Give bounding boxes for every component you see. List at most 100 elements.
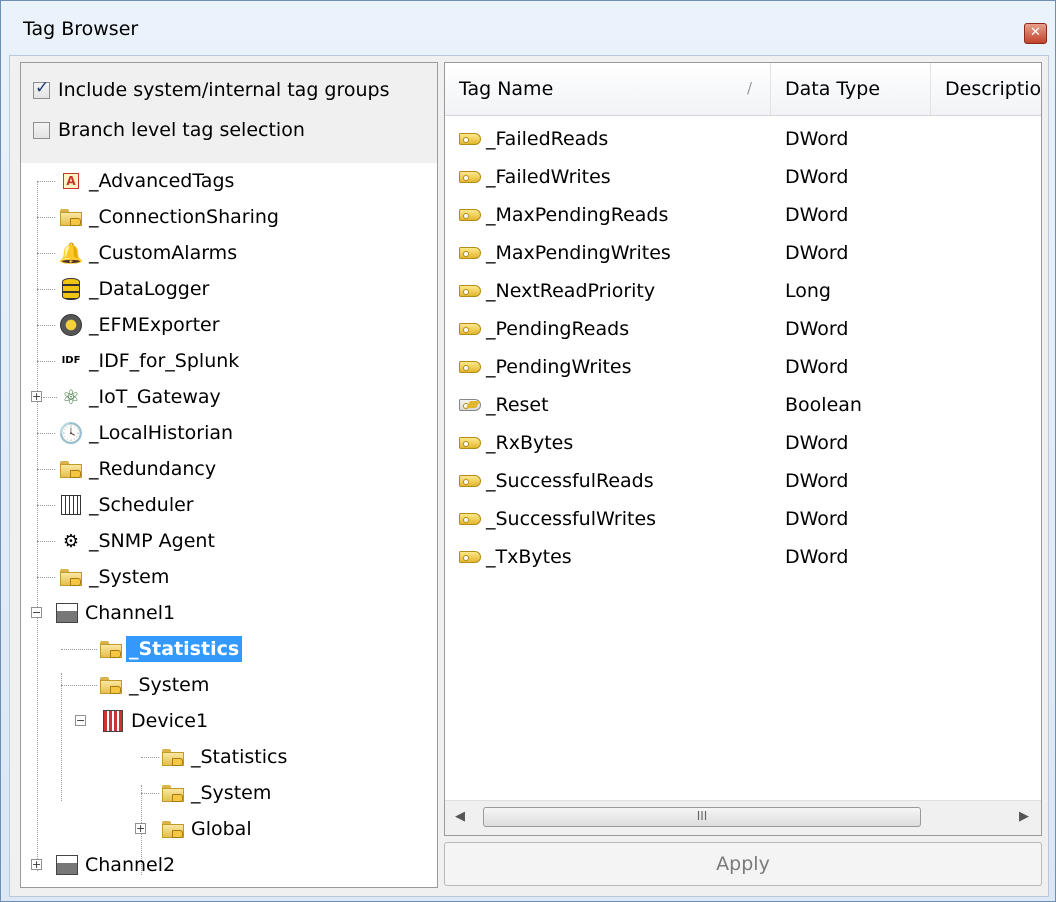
- branch-level-checkbox[interactable]: [33, 121, 50, 139]
- table-row[interactable]: _Reset Boolean: [445, 386, 1041, 424]
- tag-icon: [459, 247, 481, 259]
- tree-node-connection-sharing[interactable]: _ConnectionSharing: [37, 199, 282, 235]
- table-row[interactable]: _FailedWrites DWord: [445, 158, 1041, 196]
- tree-node-dev1-system[interactable]: _System: [141, 775, 274, 811]
- tree-node-device1[interactable]: − Device1: [75, 703, 211, 739]
- table-row[interactable]: _FailedReads DWord: [445, 120, 1041, 158]
- idf-icon: IDF: [61, 355, 81, 366]
- include-system-option[interactable]: Include system/internal tag groups: [33, 77, 390, 103]
- tree-node-label: _DataLogger: [89, 278, 210, 300]
- tree-node-dev1-global[interactable]: + Global: [135, 811, 255, 847]
- folder-icon: [99, 637, 123, 661]
- expand-icon[interactable]: +: [31, 859, 42, 870]
- tree-node-ch1-statistics[interactable]: _Statistics: [61, 631, 243, 667]
- advanced-tags-icon: A: [59, 169, 83, 193]
- tree-node-idf-for-splunk[interactable]: IDF _IDF_for_Splunk: [37, 343, 242, 379]
- tree-node-label: _Redundancy: [89, 458, 217, 480]
- clock-icon: 🕓: [58, 421, 84, 445]
- horizontal-scrollbar[interactable]: ◀ III ▶: [445, 800, 1041, 835]
- table-row[interactable]: _NextReadPriority Long: [445, 272, 1041, 310]
- table-row[interactable]: _RxBytes DWord: [445, 424, 1041, 462]
- folder-icon: [99, 673, 123, 697]
- channel-icon: [55, 853, 79, 877]
- alarm-bell-icon: 🔔: [58, 241, 84, 265]
- tree-node-channel2[interactable]: + Channel2: [31, 847, 178, 883]
- tag-icon: [459, 133, 481, 145]
- close-button[interactable]: ✕: [1024, 23, 1047, 44]
- column-header: Tag Name / Data Type Descriptio: [445, 63, 1041, 116]
- branch-level-option[interactable]: Branch level tag selection: [33, 117, 305, 143]
- column-description[interactable]: Descriptio: [931, 63, 1041, 115]
- snmp-agent-icon: ⚙: [62, 530, 80, 552]
- table-row[interactable]: _SuccessfulWrites DWord: [445, 500, 1041, 538]
- tree-node-efm-exporter[interactable]: _EFMExporter: [37, 307, 223, 343]
- expand-icon[interactable]: +: [31, 391, 42, 402]
- options-area: Include system/internal tag groups Branc…: [21, 63, 437, 163]
- scroll-right-icon[interactable]: ▶: [1019, 809, 1029, 824]
- tree-line: [37, 181, 38, 871]
- tree-node-snmp-agent[interactable]: ⚙ _SNMP Agent: [37, 523, 218, 559]
- tree-node-advanced-tags[interactable]: A _AdvancedTags: [37, 163, 237, 199]
- tree-node-data-logger[interactable]: _DataLogger: [37, 271, 212, 307]
- column-tag-name[interactable]: Tag Name /: [445, 63, 771, 115]
- tree-node-redundancy[interactable]: _Redundancy: [37, 451, 219, 487]
- tag-browser-window: Tag Browser ✕ Include system/internal ta…: [0, 0, 1056, 902]
- tag-icon: [459, 437, 481, 449]
- table-row[interactable]: _PendingWrites DWord: [445, 348, 1041, 386]
- tree-node-dev1-statistics[interactable]: _Statistics: [141, 739, 290, 775]
- tree-node-label: _CustomAlarms: [89, 242, 238, 264]
- tree-node-channel1[interactable]: − Channel1: [31, 595, 178, 631]
- include-system-checkbox[interactable]: [33, 78, 50, 99]
- tree-node-label: Channel1: [85, 602, 176, 624]
- table-row[interactable]: _MaxPendingReads DWord: [445, 196, 1041, 234]
- folder-icon: [59, 565, 83, 589]
- include-system-label: Include system/internal tag groups: [58, 79, 390, 101]
- expand-icon[interactable]: +: [135, 823, 146, 834]
- tag-icon: [459, 513, 481, 525]
- tree-node-label: _System: [89, 566, 170, 588]
- scroll-left-icon[interactable]: ◀: [455, 809, 465, 824]
- tag-icon: [459, 285, 481, 297]
- tree-node-system[interactable]: _System: [37, 559, 172, 595]
- folder-icon: [161, 817, 185, 841]
- tree-node-label: _AdvancedTags: [89, 170, 235, 192]
- table-row[interactable]: _PendingReads DWord: [445, 310, 1041, 348]
- column-data-type[interactable]: Data Type: [771, 63, 931, 115]
- network-icon: ⚛: [62, 385, 80, 409]
- tag-list-panel: Tag Name / Data Type Descriptio _FailedR…: [444, 62, 1042, 836]
- tree-node-label: _IDF_for_Splunk: [89, 350, 240, 372]
- tag-icon: [459, 171, 481, 183]
- scrollbar-thumb[interactable]: III: [483, 807, 921, 827]
- tag-icon: [459, 361, 481, 373]
- gauge-icon: [59, 313, 83, 337]
- table-row[interactable]: _SuccessfulReads DWord: [445, 462, 1041, 500]
- tree-line: [61, 673, 62, 801]
- sort-indicator-icon: /: [746, 79, 752, 97]
- tag-icon: [459, 323, 481, 335]
- tree-node-scheduler[interactable]: _Scheduler: [37, 487, 197, 523]
- tree-node-label: _IoT_Gateway: [89, 386, 221, 408]
- tree-node-label: _SNMP Agent: [89, 530, 215, 552]
- boolean-tag-icon: [459, 399, 481, 411]
- tag-icon: [459, 551, 481, 563]
- table-row[interactable]: _MaxPendingWrites DWord: [445, 234, 1041, 272]
- apply-button[interactable]: Apply: [444, 842, 1042, 886]
- title-bar: Tag Browser ✕: [1, 1, 1055, 55]
- left-panel: Include system/internal tag groups Branc…: [20, 62, 438, 888]
- collapse-icon[interactable]: −: [75, 715, 86, 726]
- folder-icon: [161, 781, 185, 805]
- collapse-icon[interactable]: −: [31, 607, 42, 618]
- folder-icon: [161, 745, 185, 769]
- table-row[interactable]: _TxBytes DWord: [445, 538, 1041, 576]
- tag-group-tree: A _AdvancedTags _ConnectionSharing 🔔 _Cu…: [21, 163, 437, 887]
- tree-node-ch1-system[interactable]: _System: [61, 667, 212, 703]
- tree-node-custom-alarms[interactable]: 🔔 _CustomAlarms: [37, 235, 240, 271]
- device-icon: [101, 709, 125, 733]
- tree-node-iot-gateway[interactable]: + ⚛ _IoT_Gateway: [31, 379, 224, 415]
- tree-node-local-historian[interactable]: 🕓 _LocalHistorian: [37, 415, 236, 451]
- tag-icon: [459, 475, 481, 487]
- tag-icon: [459, 209, 481, 221]
- tree-node-label: Device1: [131, 710, 209, 732]
- tree-node-label: _ConnectionSharing: [89, 206, 279, 228]
- tree-node-label: _System: [129, 674, 210, 696]
